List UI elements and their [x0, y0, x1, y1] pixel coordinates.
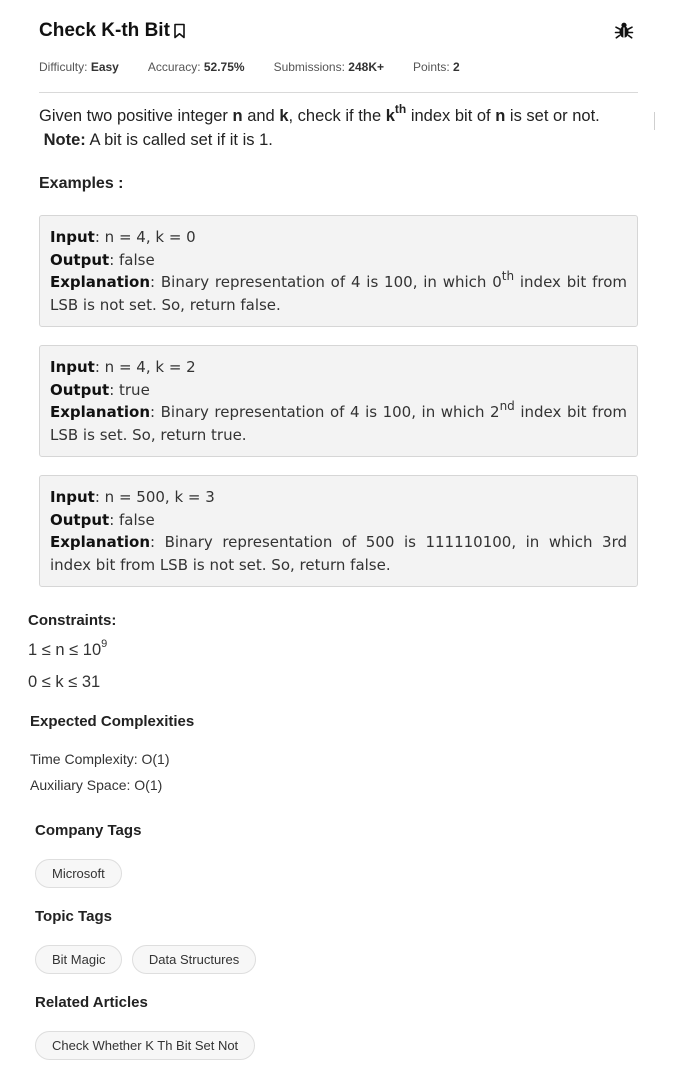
auxiliary-space: Auxiliary Space: O(1) [30, 777, 163, 793]
example-box: Input: n = 4, k = 0 Output: false Explan… [39, 215, 638, 327]
divider [39, 92, 638, 93]
bookmark-icon[interactable] [173, 23, 186, 39]
scroll-marker [654, 112, 655, 130]
accuracy: Accuracy: 52.75% [147, 60, 245, 74]
complexities-heading: Expected Complexities [30, 713, 195, 730]
company-tags: Microsoft [35, 859, 127, 888]
problem-statement: Given two positive integer n and k, chec… [39, 102, 600, 149]
topic-tags: Bit Magic Data Structures [35, 945, 261, 974]
problem-title-row: Check K-th Bit [39, 20, 186, 42]
page-title: Check K-th Bit [39, 20, 170, 41]
constraints-heading: Constraints: [28, 612, 117, 629]
tag-microsoft[interactable]: Microsoft [35, 859, 122, 888]
topic-tags-heading: Topic Tags [35, 908, 112, 925]
submissions: Submissions: 248K+ [273, 60, 384, 74]
related-articles-heading: Related Articles [35, 994, 148, 1011]
tag-data-structures[interactable]: Data Structures [131, 945, 257, 974]
examples-heading: Examples : [39, 175, 124, 192]
points: Points: 2 [413, 60, 460, 74]
constraint-n: 1 ≤ n ≤ 109 [28, 638, 108, 660]
difficulty: Difficulty: Easy [39, 60, 119, 74]
company-tags-heading: Company Tags [35, 822, 142, 839]
note-label: Note: [43, 131, 86, 149]
bug-icon[interactable] [614, 20, 634, 40]
time-complexity: Time Complexity: O(1) [30, 751, 170, 767]
example-box: Input: n = 500, k = 3 Output: false Expl… [39, 475, 638, 587]
constraint-k: 0 ≤ k ≤ 31 [28, 673, 101, 691]
related-article-link[interactable]: Check Whether K Th Bit Set Not [35, 1031, 256, 1060]
problem-meta: Difficulty: Easy Accuracy: 52.75% Submis… [39, 60, 489, 74]
related-articles: Check Whether K Th Bit Set Not [35, 1031, 260, 1060]
example-box: Input: n = 4, k = 2 Output: true Explana… [39, 345, 638, 457]
tag-bit-magic[interactable]: Bit Magic [35, 945, 123, 974]
